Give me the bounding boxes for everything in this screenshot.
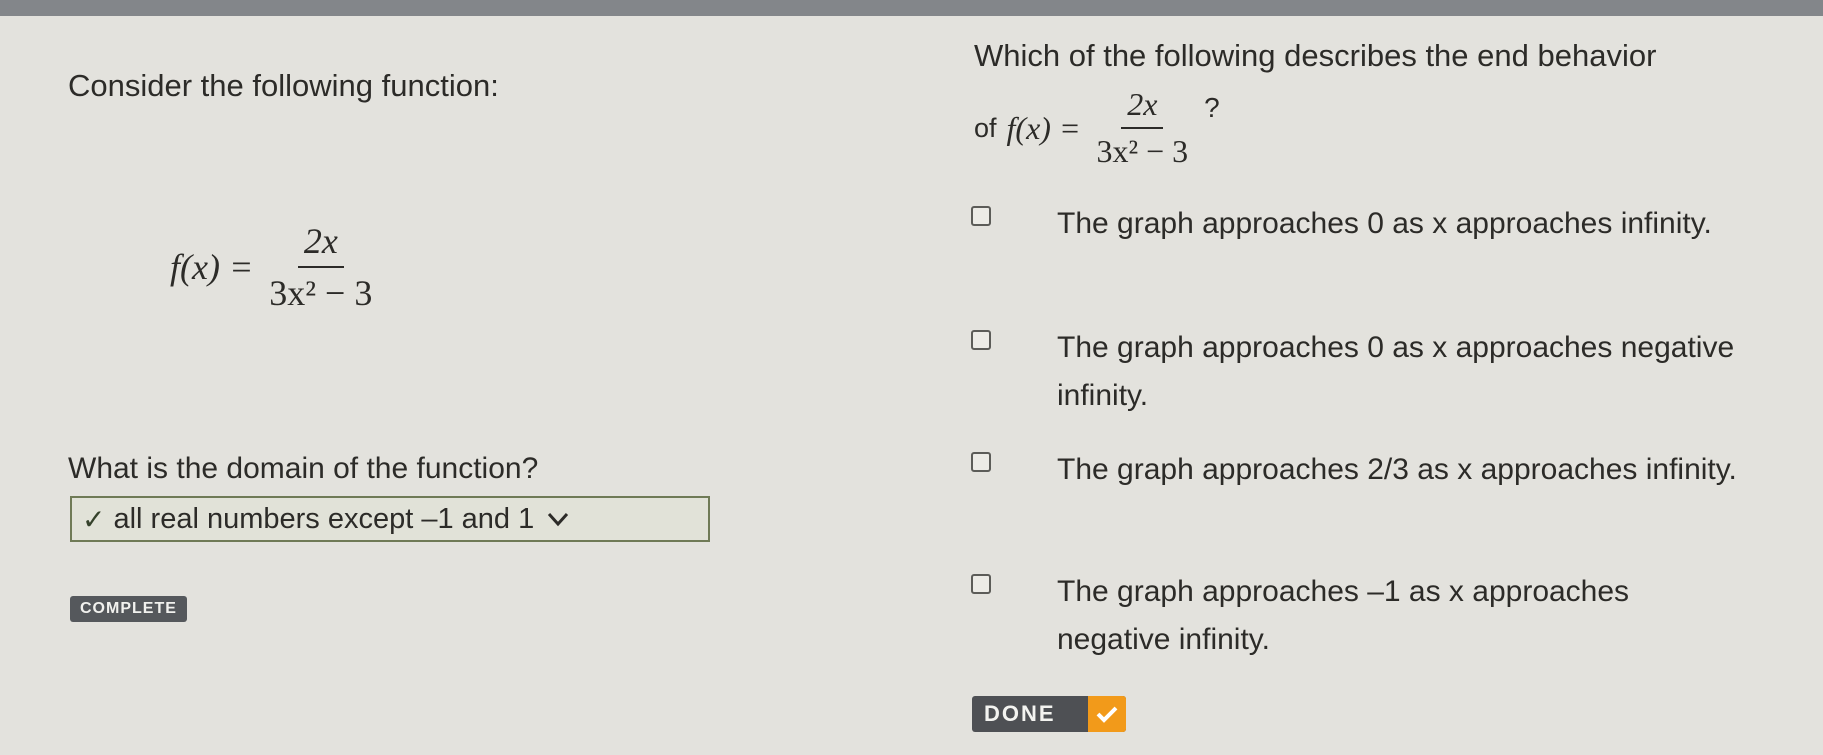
question-of: of (974, 112, 997, 143)
option-1[interactable]: The graph approaches 0 as x approaches i… (971, 200, 1751, 300)
domain-question: What is the domain of the function? (68, 452, 539, 485)
chevron-down-icon (548, 512, 569, 527)
domain-answer-value: all real numbers except –1 and 1 (113, 502, 535, 535)
question-function: f(x) = 2x 3x² − 3 (1007, 86, 1195, 170)
checkbox[interactable] (971, 206, 991, 226)
question-function-line: of f(x) = 2x 3x² − 3 ? (974, 86, 1220, 170)
domain-answer-dropdown[interactable]: ✓ all real numbers except –1 and 1 (70, 496, 710, 542)
top-bar (0, 0, 1823, 16)
option-3[interactable]: The graph approaches 2/3 as x approaches… (971, 446, 1751, 546)
function-display: f(x) = 2x 3x² − 3 (170, 220, 378, 314)
option-text: The graph approaches 0 as x approaches n… (1057, 331, 1735, 412)
intro-text: Consider the following function: (68, 68, 499, 103)
question-function-numerator: 2x (1121, 86, 1164, 129)
function-denominator: 3x² − 3 (269, 273, 373, 313)
correct-check-icon: ✓ (82, 503, 106, 535)
done-button[interactable]: DONE (972, 696, 1126, 732)
function-numerator: 2x (297, 220, 344, 268)
checkbox[interactable] (971, 452, 991, 472)
left-panel: Consider the following function: f(x) = … (0, 16, 960, 755)
question-function-fraction: 2x 3x² − 3 (1091, 86, 1195, 170)
option-4[interactable]: The graph approaches –1 as x approaches … (971, 568, 1751, 668)
checkbox[interactable] (971, 330, 991, 350)
option-text: The graph approaches 2/3 as x approaches… (1057, 453, 1737, 486)
checkbox[interactable] (971, 574, 991, 594)
check-icon (1088, 696, 1126, 732)
status-badge: COMPLETE (70, 596, 187, 622)
function-name: f(x) = (170, 247, 254, 287)
function-fraction: 2x 3x² − 3 (263, 220, 378, 314)
option-2[interactable]: The graph approaches 0 as x approaches n… (971, 324, 1751, 424)
right-panel: Which of the following describes the end… (960, 16, 1823, 755)
question-text: Which of the following describes the end… (974, 38, 1657, 73)
question-function-denominator: 3x² − 3 (1096, 133, 1189, 169)
question-mark: ? (1204, 92, 1220, 123)
question-function-name: f(x) = (1006, 109, 1081, 146)
option-text: The graph approaches 0 as x approaches i… (1057, 207, 1712, 240)
done-label: DONE (984, 701, 1056, 726)
option-text: The graph approaches –1 as x approaches … (1057, 575, 1630, 656)
